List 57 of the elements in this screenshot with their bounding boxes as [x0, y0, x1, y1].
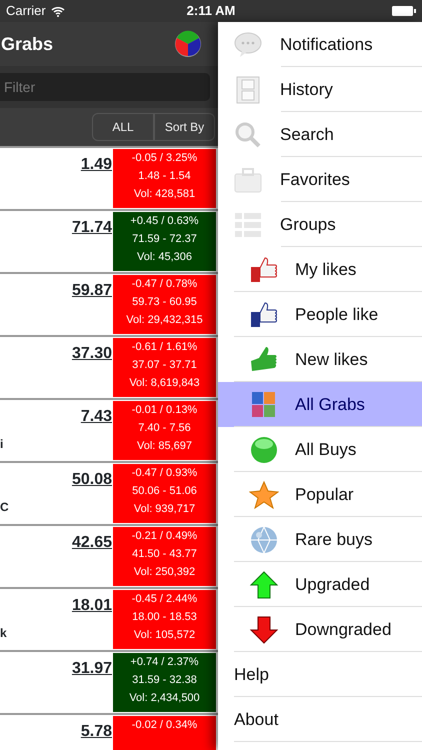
- price-change-box: +0.74 / 2.37% 31.59 - 32.38 Vol: 2,434,500: [113, 653, 216, 712]
- search-icon: [233, 120, 263, 150]
- menu-item[interactable]: Groups: [218, 202, 422, 247]
- carrier-label: Carrier: [6, 2, 46, 20]
- thumbs-up-icon: [249, 300, 279, 330]
- stock-price[interactable]: 50.08: [0, 463, 112, 492]
- menu-item[interactable]: About: [218, 697, 422, 742]
- stock-price[interactable]: 18.01: [0, 589, 112, 618]
- ok-badge-icon: [249, 434, 279, 464]
- price-change-box: -0.47 / 0.93% 50.06 - 51.06 Vol: 939,717: [113, 464, 216, 523]
- thumbs-up-icon: [249, 254, 279, 284]
- stock-price[interactable]: 37.30: [0, 337, 112, 366]
- menu-item[interactable]: Downgraded: [218, 607, 422, 652]
- stock-name: C: [0, 499, 10, 516]
- menu-item[interactable]: Help: [218, 652, 422, 697]
- menu-item[interactable]: History: [218, 67, 422, 112]
- stock-price[interactable]: 1.49: [0, 148, 112, 177]
- menu-item[interactable]: Popular: [218, 472, 422, 517]
- price-change-box: -0.05 / 3.25% 1.48 - 1.54 Vol: 428,581: [113, 149, 216, 208]
- stock-name: k: [0, 625, 8, 642]
- menu-item[interactable]: New likes: [218, 337, 422, 382]
- menu-item[interactable]: Favorites: [218, 157, 422, 202]
- stock-price[interactable]: 31.97: [0, 652, 112, 681]
- price-change-box: -0.21 / 0.49% 41.50 - 43.77 Vol: 250,392: [113, 527, 216, 586]
- price-change-box: -0.45 / 2.44% 18.00 - 18.53 Vol: 105,572: [113, 590, 216, 649]
- stock-price[interactable]: 42.65: [0, 526, 112, 555]
- menu-item[interactable]: Rare buys: [218, 517, 422, 562]
- price-change-box: -0.01 / 0.13% 7.40 - 7.56 Vol: 85,697: [113, 401, 216, 460]
- stock-price[interactable]: 5.78: [0, 715, 112, 744]
- price-change-box: +0.45 / 0.63% 71.59 - 72.37 Vol: 45,306: [113, 212, 216, 271]
- screen-title: Grabs: [1, 32, 54, 56]
- battery-icon: [392, 6, 416, 16]
- menu-item[interactable]: Upgraded: [218, 562, 422, 607]
- menu-item[interactable]: Notifications: [218, 22, 422, 67]
- menu-item[interactable]: People like: [218, 292, 422, 337]
- down-arrow-icon: [249, 614, 279, 644]
- diamond-icon: [249, 524, 279, 554]
- stock-name: i: [0, 436, 4, 453]
- wifi-icon: [50, 6, 65, 16]
- filter-all-button[interactable]: ALL: [92, 113, 154, 141]
- filter-field[interactable]: Filter: [0, 73, 210, 101]
- stock-price[interactable]: 7.43: [0, 400, 112, 429]
- price-change-box: -0.02 / 0.34%: [113, 716, 216, 750]
- menu-item[interactable]: All Grabs: [218, 382, 422, 427]
- stock-price[interactable]: 71.74: [0, 211, 112, 240]
- stock-price[interactable]: 59.87: [0, 274, 112, 303]
- star-icon: [249, 480, 279, 510]
- sort-by-button[interactable]: Sort By: [154, 113, 215, 141]
- menu-item[interactable]: My likes: [218, 247, 422, 292]
- price-change-box: -0.61 / 1.61% 37.07 - 37.71 Vol: 8,619,843: [113, 338, 216, 397]
- menu-item[interactable]: All Buys: [218, 427, 422, 472]
- menu-item[interactable]: Search: [218, 112, 422, 157]
- chat-bubble-icon: [233, 30, 263, 60]
- status-time: 2:11 AM: [186, 2, 236, 20]
- cube-logo-icon[interactable]: [174, 30, 202, 58]
- up-arrow-icon: [249, 570, 279, 600]
- price-change-box: -0.47 / 0.78% 59.73 - 60.95 Vol: 29,432,315: [113, 275, 216, 334]
